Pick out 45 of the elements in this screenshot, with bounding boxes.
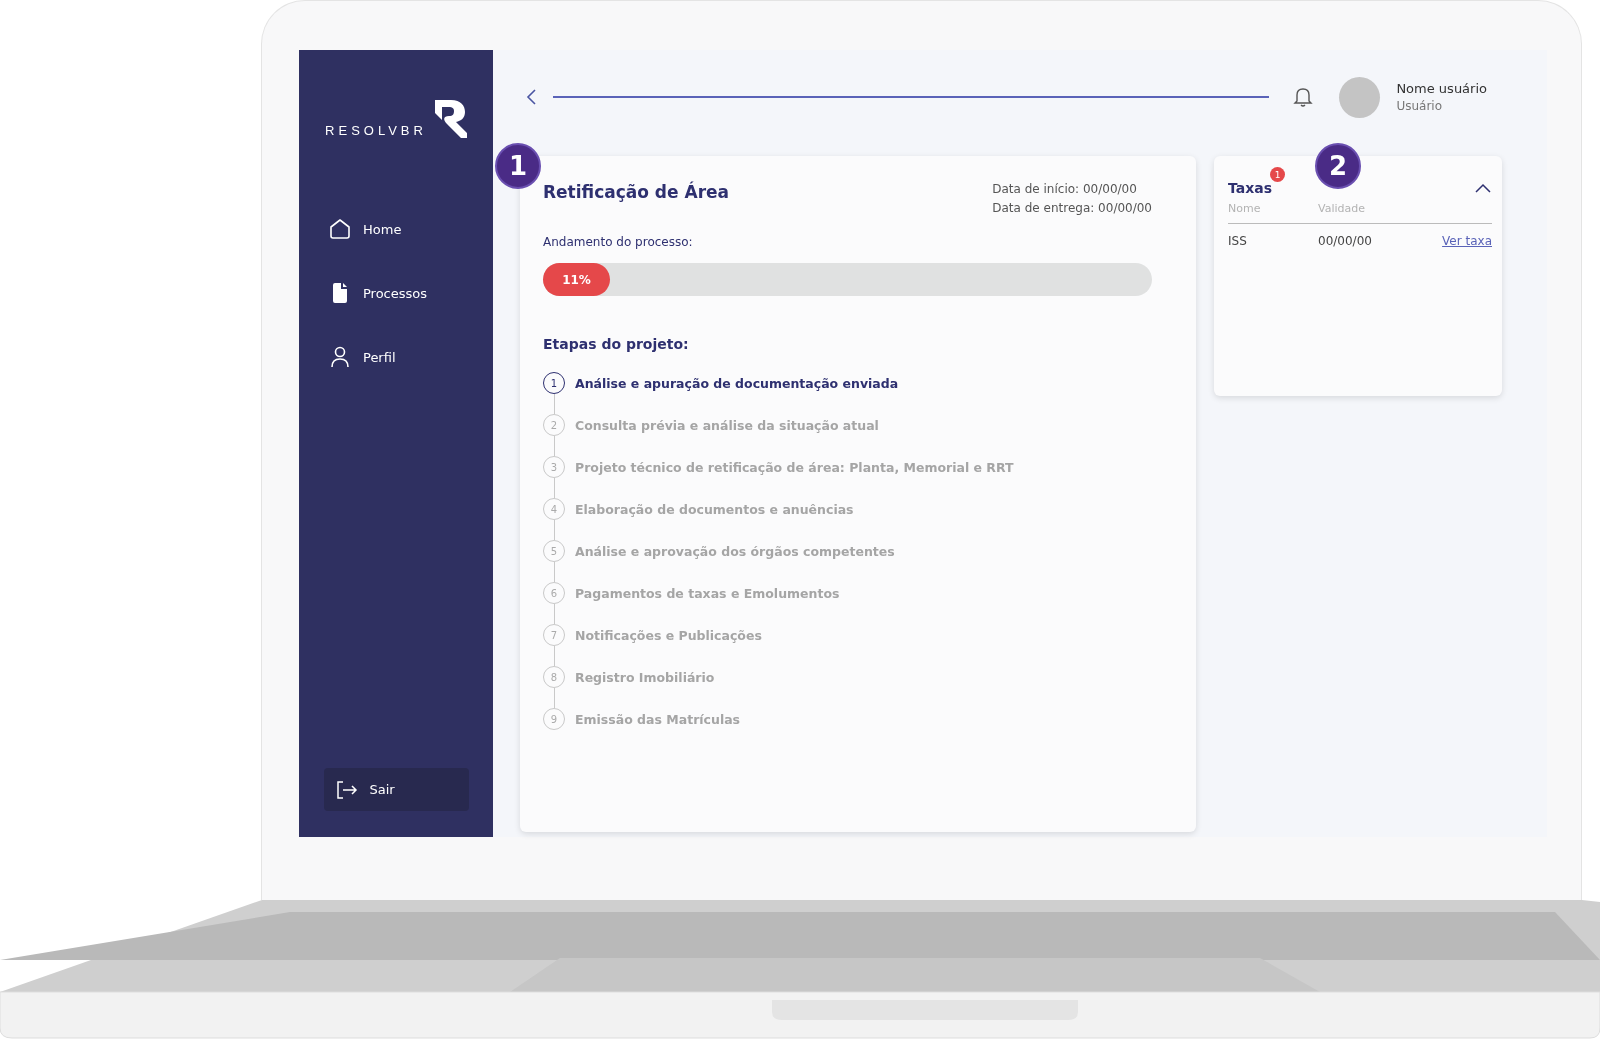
progress-reading: 11% <box>562 272 591 287</box>
steps-title: Etapas do projeto: <box>543 336 690 352</box>
step-label: Pagamentos de taxas e Emolumentos <box>575 585 840 601</box>
step-label: Análise e aprovação dos órgãos competentes <box>575 543 895 559</box>
fees-title: Taxas <box>1228 180 1272 196</box>
step-number: 3 <box>543 456 565 478</box>
logo-text: RESOLVBR <box>325 123 427 138</box>
chevron-icon[interactable] <box>1474 182 1492 194</box>
column-header: Validade <box>1318 202 1366 215</box>
start-date: Data de início: 00/00/00 <box>992 182 1138 196</box>
step-number: 6 <box>543 582 565 604</box>
step-number: 7 <box>543 624 565 646</box>
logo-icon <box>434 100 467 138</box>
user-icon <box>329 346 351 368</box>
view-fee-link[interactable]: Ver taxa <box>1442 234 1492 248</box>
user-role: Usuário <box>1396 99 1443 113</box>
fee-name: ISS <box>1228 234 1248 248</box>
notification-badge: 1 <box>1270 167 1285 182</box>
step-number: 9 <box>543 708 565 730</box>
column-header: Nome <box>1228 202 1262 215</box>
process-title: Retificação de Área <box>543 182 730 204</box>
step-label: Análise e apuração de documentação enviada <box>575 375 899 391</box>
step-label: Consulta prévia e análise da situação atual <box>575 417 879 433</box>
step-label: Registro Imobiliário <box>575 669 715 685</box>
home-icon <box>329 218 351 240</box>
logout-icon <box>335 780 358 799</box>
back-icon[interactable] <box>525 88 537 106</box>
logout-button[interactable]: Sair <box>323 768 469 811</box>
step-label: Notificações e Publicações <box>575 627 762 643</box>
step-number: 4 <box>543 498 565 520</box>
fee-validity: 00/00/00 <box>1318 234 1373 248</box>
step-number: 5 <box>543 540 565 562</box>
step-label: Elaboração de documentos e anuências <box>575 501 854 517</box>
progress-label: Andamento do processo: <box>543 235 694 249</box>
notification-bell-icon[interactable] <box>1293 86 1314 108</box>
step-number: 1 <box>543 372 565 394</box>
step-label: Projeto técnico de retificação de área: Planta, Memorial e RRT <box>575 459 1014 475</box>
delivery-date: Data de entrega: 00/00/00 <box>992 201 1152 215</box>
step-number: 8 <box>543 666 565 688</box>
step-number: 2 <box>543 414 565 436</box>
user-name: Nome usuário <box>1396 81 1487 96</box>
nav-item[interactable]: Perfil <box>329 346 493 368</box>
nav-item[interactable]: Processos <box>329 282 493 304</box>
nav-item[interactable]: Home <box>329 218 493 240</box>
step-label: Emissão das Matrículas <box>575 711 741 727</box>
